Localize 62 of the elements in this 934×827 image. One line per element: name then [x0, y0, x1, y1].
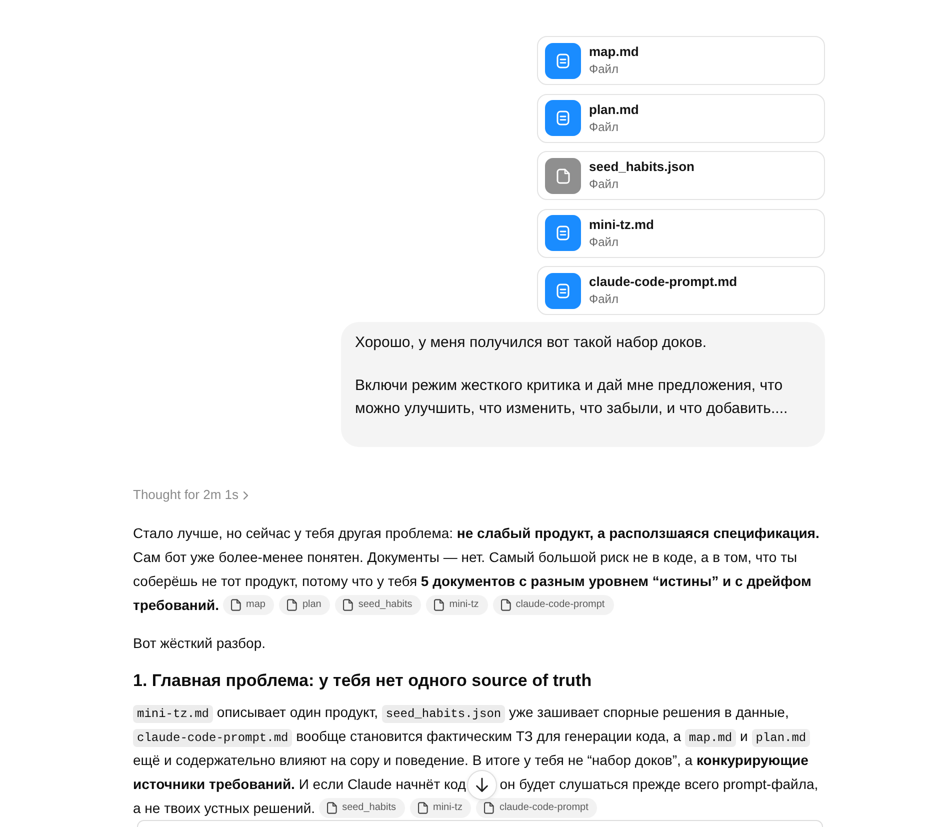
inline-code: seed_habits.json — [382, 705, 506, 723]
paragraph-text: уже зашивает спорные решения в данные, — [508, 704, 789, 720]
source-chip[interactable]: map — [222, 595, 274, 616]
paragraph-text: Вот жёсткий разбор. — [133, 635, 266, 651]
source-chip[interactable]: seed_habits — [335, 595, 422, 616]
page-icon — [545, 158, 581, 194]
file-name: claude-code-prompt.md — [589, 274, 738, 290]
file-name: plan.md — [589, 102, 639, 118]
paragraph-text: а не твоих устных решений. — [133, 800, 316, 816]
source-chip[interactable]: seed_habits — [319, 798, 405, 818]
paragraph-text: ещё и содержательно влияют на copy и поведение. В итоге у тебя не “набор доков”, а конкурирующие — [133, 752, 808, 768]
file-type-label: Файл — [589, 62, 619, 77]
inline-code: mini-tz.md — [133, 705, 214, 723]
source-chip[interactable]: mini-tz — [410, 798, 472, 818]
source-chip[interactable]: plan — [279, 595, 330, 616]
inline-code: plan.md — [752, 729, 810, 747]
message-input-field[interactable] — [137, 820, 823, 827]
file-icon — [418, 802, 428, 814]
file-icon — [434, 599, 444, 612]
file-name: seed_habits.json — [589, 159, 694, 175]
paragraph-text: он будет слушаться прежде всего prompt-файла, — [500, 776, 818, 792]
paragraph-text: требований. — [133, 597, 219, 613]
attachment-card[interactable]: plan.md Файл — [537, 94, 825, 142]
attachment-card[interactable]: claude-code-prompt.md Файл — [537, 266, 825, 315]
arrow-down-icon — [475, 777, 489, 793]
file-icon — [484, 802, 494, 814]
file-name: map.md — [589, 44, 639, 60]
file-icon — [343, 599, 354, 612]
file-type-label: Файл — [589, 177, 619, 192]
attachment-card[interactable]: seed_habits.json Файл — [537, 151, 825, 200]
file-type-label: Файл — [589, 292, 619, 307]
scroll-down-button[interactable] — [467, 770, 497, 800]
source-chip[interactable]: claude-code-prompt — [492, 595, 614, 616]
file-type-label: Файл — [589, 120, 619, 134]
file-icon — [230, 599, 241, 612]
paragraph-text: и — [740, 728, 748, 744]
file-icon — [287, 599, 298, 612]
inline-code: claude-code-prompt.md — [133, 729, 292, 747]
message-text: Хорошо, у меня получился вот такой набор доков. — [355, 333, 708, 353]
file-type-label: Файл — [589, 234, 619, 250]
thought-toggle[interactable]: Thought for 2m 1s — [133, 486, 248, 504]
document-icon — [545, 215, 581, 251]
document-icon — [545, 100, 581, 136]
message-text: Включи режим жесткого критика и дай мне предложения, что можно улучшить, что изменить, что забыли, и что добавить.... — [355, 376, 789, 419]
source-chip[interactable]: mini-tz — [426, 595, 488, 616]
attachment-card[interactable]: map.md Файл — [537, 36, 825, 85]
paragraph-text: вообще становится фактическим ТЗ для генерации кода, а — [296, 728, 681, 744]
paragraph-text: описывает один продукт, — [216, 704, 378, 720]
file-name: mini-tz.md — [589, 216, 654, 232]
document-icon — [545, 42, 581, 78]
file-icon — [500, 599, 511, 612]
paragraph-text: Сам бот уже более-менее понятен. Документы — нет. Самый большой риск не в коде, а в том, что ты — [133, 549, 798, 565]
section-heading: 1. Главная проблема: у тебя нет одного source of truth — [133, 670, 593, 692]
paragraph-text: Стало лучше, но сейчас у тебя другая проблема: не слабый продукт, а расползшаяся спецификация. — [133, 525, 820, 541]
paragraph-text: соберёшь не тот продукт, потому что у тебя 5 документов с разным уровнем “истины” и с дрейфом — [133, 573, 812, 589]
attachment-card[interactable]: mini-tz.md Файл — [537, 208, 825, 258]
chevron-right-icon — [242, 490, 248, 500]
inline-code: map.md — [684, 729, 736, 747]
source-chip[interactable]: claude-code-prompt — [476, 798, 598, 818]
document-icon — [545, 272, 581, 308]
file-icon — [327, 802, 338, 814]
paragraph-text: источники требований. И если Claude начнёт код — [133, 776, 466, 792]
